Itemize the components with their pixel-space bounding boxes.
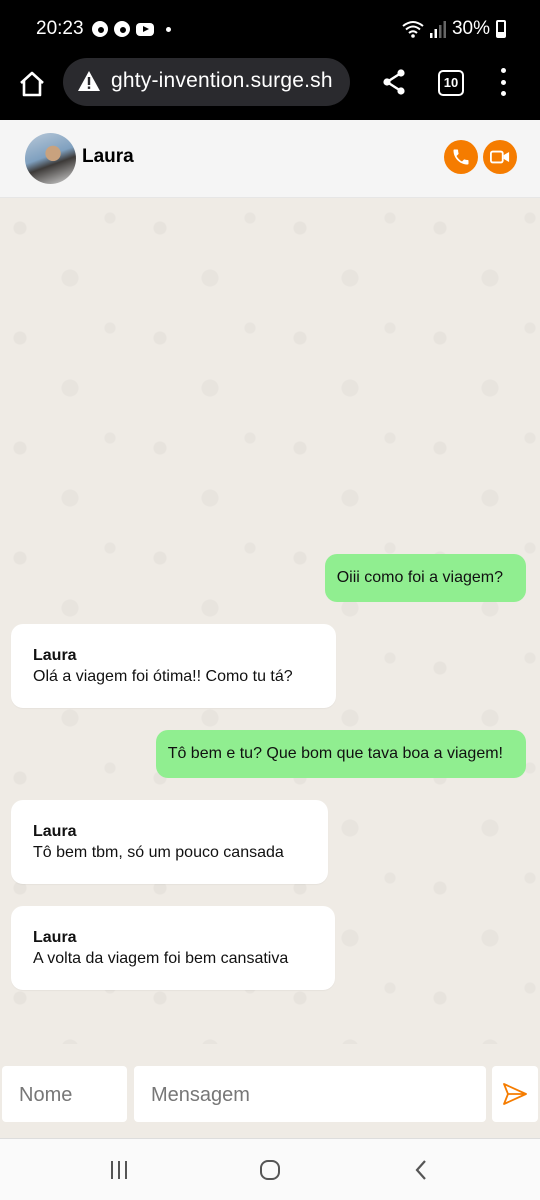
name-input[interactable]: Nome <box>2 1066 127 1122</box>
message-text: Tô bem e tu? Que bom que tava boa a viag… <box>167 745 503 762</box>
video-call-button[interactable] <box>483 140 517 174</box>
tab-switcher-button[interactable]: 10 <box>438 70 464 96</box>
more-notifications-dot <box>166 26 171 32</box>
address-bar[interactable]: ghty-invention.surge.sh <box>63 58 350 106</box>
message-incoming: Laura Olá a viagem foi ótima!! Como tu t… <box>11 624 336 708</box>
chat-header: Laura <box>0 120 540 198</box>
contact-name[interactable]: Laura <box>82 146 134 168</box>
message-incoming: Laura Tô bem tbm, só um pouco cansada <box>11 800 328 884</box>
chrome-icon <box>92 21 108 37</box>
system-nav-bar <box>0 1138 540 1200</box>
recent-apps-icon[interactable] <box>107 1158 131 1182</box>
more-menu-icon[interactable] <box>498 68 508 96</box>
message-outgoing: Tô bem e tu? Que bom que tava boa a viag… <box>155 730 526 778</box>
notification-icons <box>92 21 171 37</box>
clock: 20:23 <box>36 18 84 39</box>
message-composer: Nome Mensagem <box>0 1044 540 1138</box>
message-incoming: Laura A volta da viagem foi bem cansativ… <box>11 906 335 990</box>
signal-icon <box>429 21 446 38</box>
send-button[interactable] <box>492 1066 538 1122</box>
browser-toolbar: ghty-invention.surge.sh 10 <box>0 58 540 120</box>
message-sender: Laura <box>33 929 77 946</box>
home-icon[interactable] <box>18 70 46 98</box>
back-icon[interactable] <box>410 1158 434 1182</box>
voice-call-button[interactable] <box>444 140 478 174</box>
message-input[interactable]: Mensagem <box>134 1066 486 1122</box>
message-text: Tô bem tbm, só um pouco cansada <box>33 844 284 861</box>
status-bar: 20:23 30% <box>0 0 540 58</box>
avatar[interactable] <box>25 133 76 184</box>
chrome-icon <box>114 21 130 37</box>
youtube-icon <box>136 22 154 36</box>
message-text: Olá a viagem foi ótima!! Como tu tá? <box>33 668 293 685</box>
wifi-icon <box>402 21 424 38</box>
messages-area[interactable]: Oiii como foi a viagem? Laura Olá a viag… <box>0 198 540 1044</box>
phone-icon <box>453 149 469 165</box>
message-text: Oiii como foi a viagem? <box>336 569 503 586</box>
home-nav-icon[interactable] <box>258 1158 282 1182</box>
message-sender: Laura <box>33 647 77 664</box>
send-icon <box>503 1083 527 1105</box>
message-sender: Laura <box>33 823 77 840</box>
share-icon[interactable] <box>381 68 407 96</box>
battery-icon <box>496 20 506 38</box>
video-camera-icon <box>490 150 510 164</box>
battery-percent: 30% <box>451 18 490 39</box>
message-text: A volta da viagem foi bem cansativa <box>33 950 289 967</box>
warning-icon[interactable] <box>77 70 101 92</box>
message-outgoing: Oiii como foi a viagem? <box>324 554 526 602</box>
system-indicators: 30% <box>402 18 506 40</box>
url-text[interactable]: ghty-invention.surge.sh <box>111 69 333 93</box>
